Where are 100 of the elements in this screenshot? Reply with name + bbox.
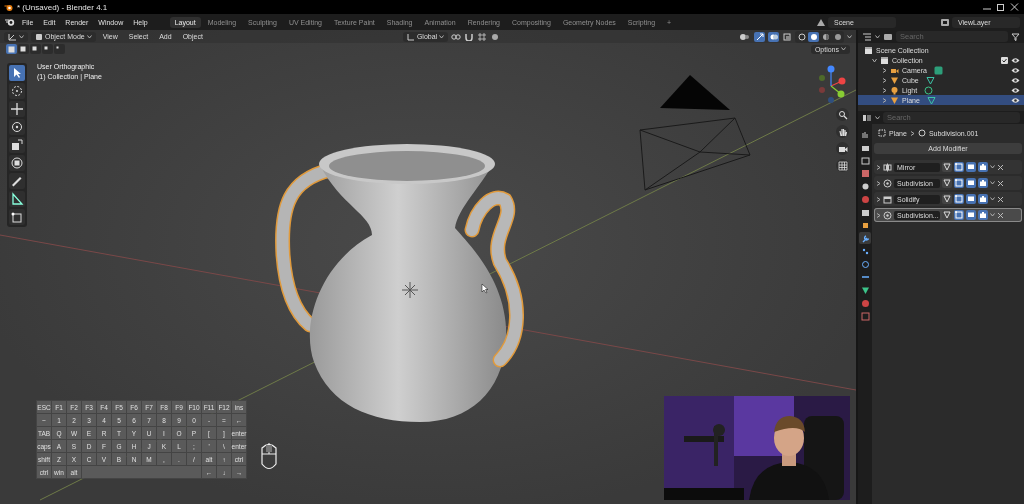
toggle-button[interactable] [942, 178, 952, 188]
square-icon [44, 45, 51, 53]
chevron-icon[interactable] [882, 97, 887, 103]
toggle-button[interactable] [942, 210, 952, 220]
select-mode-button[interactable] [42, 44, 53, 54]
eye-icon[interactable] [1011, 86, 1020, 94]
sphere-icon [821, 32, 830, 41]
eye-icon[interactable] [1011, 66, 1020, 74]
magnet-icon[interactable] [464, 32, 475, 41]
chevron-icon[interactable] [882, 87, 887, 93]
sphere-icon [809, 32, 818, 41]
ring-icon [797, 32, 806, 41]
chevron-icon[interactable] [882, 67, 887, 73]
scene-icon[interactable] [816, 17, 826, 27]
toggle-button[interactable] [978, 210, 988, 220]
particles-icon [860, 246, 870, 256]
chevron-icon[interactable] [876, 164, 881, 170]
texture-icon [860, 311, 870, 321]
scale-icon [10, 138, 24, 152]
toggle-button[interactable] [978, 194, 988, 204]
view-icon [860, 168, 870, 178]
output-icon [860, 155, 870, 165]
overlay-toggle[interactable] [768, 31, 779, 42]
properties-tab[interactable] [859, 154, 871, 166]
solidify-modifier-icon [883, 194, 892, 204]
camera-icon [979, 163, 987, 171]
maximize-icon[interactable] [996, 3, 1006, 11]
layers-icon[interactable] [940, 17, 950, 27]
properties-tab[interactable] [859, 167, 871, 179]
link-icon[interactable] [451, 32, 462, 41]
tool-button[interactable] [9, 191, 25, 207]
close-icon[interactable] [997, 179, 1004, 187]
subdivision-modifier-icon [883, 210, 892, 220]
cursor-target-icon [10, 84, 24, 98]
subdivision-modifier-icon [883, 178, 892, 188]
mesh-object-icon [878, 129, 886, 137]
zoom-icon[interactable] [837, 109, 848, 120]
tool-button[interactable] [9, 65, 25, 81]
eye-icon[interactable] [1011, 96, 1020, 104]
toggle-button[interactable] [966, 162, 976, 172]
toggle-button[interactable] [978, 162, 988, 172]
chevron-icon[interactable] [882, 77, 887, 83]
sphere-icon [833, 32, 842, 41]
visibility-icon[interactable] [739, 32, 751, 41]
checkbox[interactable] [1001, 56, 1008, 64]
proportional-icon[interactable] [490, 32, 501, 41]
toggle-button[interactable] [978, 178, 988, 188]
select-mode-button[interactable] [18, 44, 29, 54]
tool-button[interactable] [9, 155, 25, 171]
collection-icon [860, 207, 870, 217]
shading-button[interactable] [808, 31, 819, 42]
select-mode-button[interactable] [30, 44, 41, 54]
tool-button[interactable] [9, 173, 25, 189]
chevron-icon[interactable] [876, 196, 881, 202]
caret-icon [990, 213, 995, 217]
toggle-button[interactable] [966, 210, 976, 220]
close-icon[interactable] [997, 195, 1004, 203]
filter-icon[interactable] [1011, 32, 1020, 41]
toggle-button[interactable] [966, 194, 976, 204]
toggle-button[interactable] [942, 194, 952, 204]
camera-icon [979, 195, 987, 203]
close-icon[interactable] [1010, 3, 1020, 11]
chevron-icon[interactable] [876, 212, 881, 218]
tool-button[interactable] [9, 209, 25, 225]
close-icon[interactable] [997, 211, 1004, 219]
toggle-button[interactable] [942, 162, 952, 172]
properties-tab[interactable] [859, 232, 871, 244]
shading-button[interactable] [796, 31, 807, 42]
gizmo-toggle[interactable] [754, 31, 765, 42]
select-mode-button[interactable] [6, 44, 17, 54]
properties-tab[interactable] [859, 258, 871, 270]
tool-button[interactable] [9, 83, 25, 99]
chevron-icon[interactable] [872, 57, 877, 63]
grid-icon[interactable] [477, 32, 488, 41]
shading-button[interactable] [820, 31, 831, 42]
camera-data-icon [933, 65, 943, 75]
blender-logo-icon[interactable] [4, 17, 16, 27]
close-icon[interactable] [997, 163, 1004, 171]
scene-icon [860, 181, 870, 191]
tool-button[interactable] [9, 101, 25, 117]
xray-icon[interactable] [782, 32, 792, 41]
axes-icon [406, 32, 415, 41]
view-icon[interactable] [883, 32, 893, 41]
toggle-button[interactable] [966, 178, 976, 188]
eye-icon[interactable] [1011, 56, 1020, 64]
caret-icon [439, 34, 445, 39]
hand-icon[interactable] [837, 126, 848, 137]
list-icon[interactable] [862, 32, 872, 41]
collection-icon [864, 45, 873, 55]
eye-icon[interactable] [1011, 76, 1020, 84]
grid-icon[interactable] [837, 160, 848, 171]
properties-icon[interactable] [862, 113, 872, 122]
blender-logo-icon [4, 2, 13, 12]
tool-button[interactable] [9, 137, 25, 153]
mirror-modifier-icon [883, 162, 892, 172]
tool-button[interactable] [9, 119, 25, 135]
camera-icon [979, 211, 987, 219]
chevron-icon[interactable] [876, 180, 881, 186]
data-icon [860, 285, 870, 295]
editor-type-dropdown[interactable] [4, 31, 28, 42]
